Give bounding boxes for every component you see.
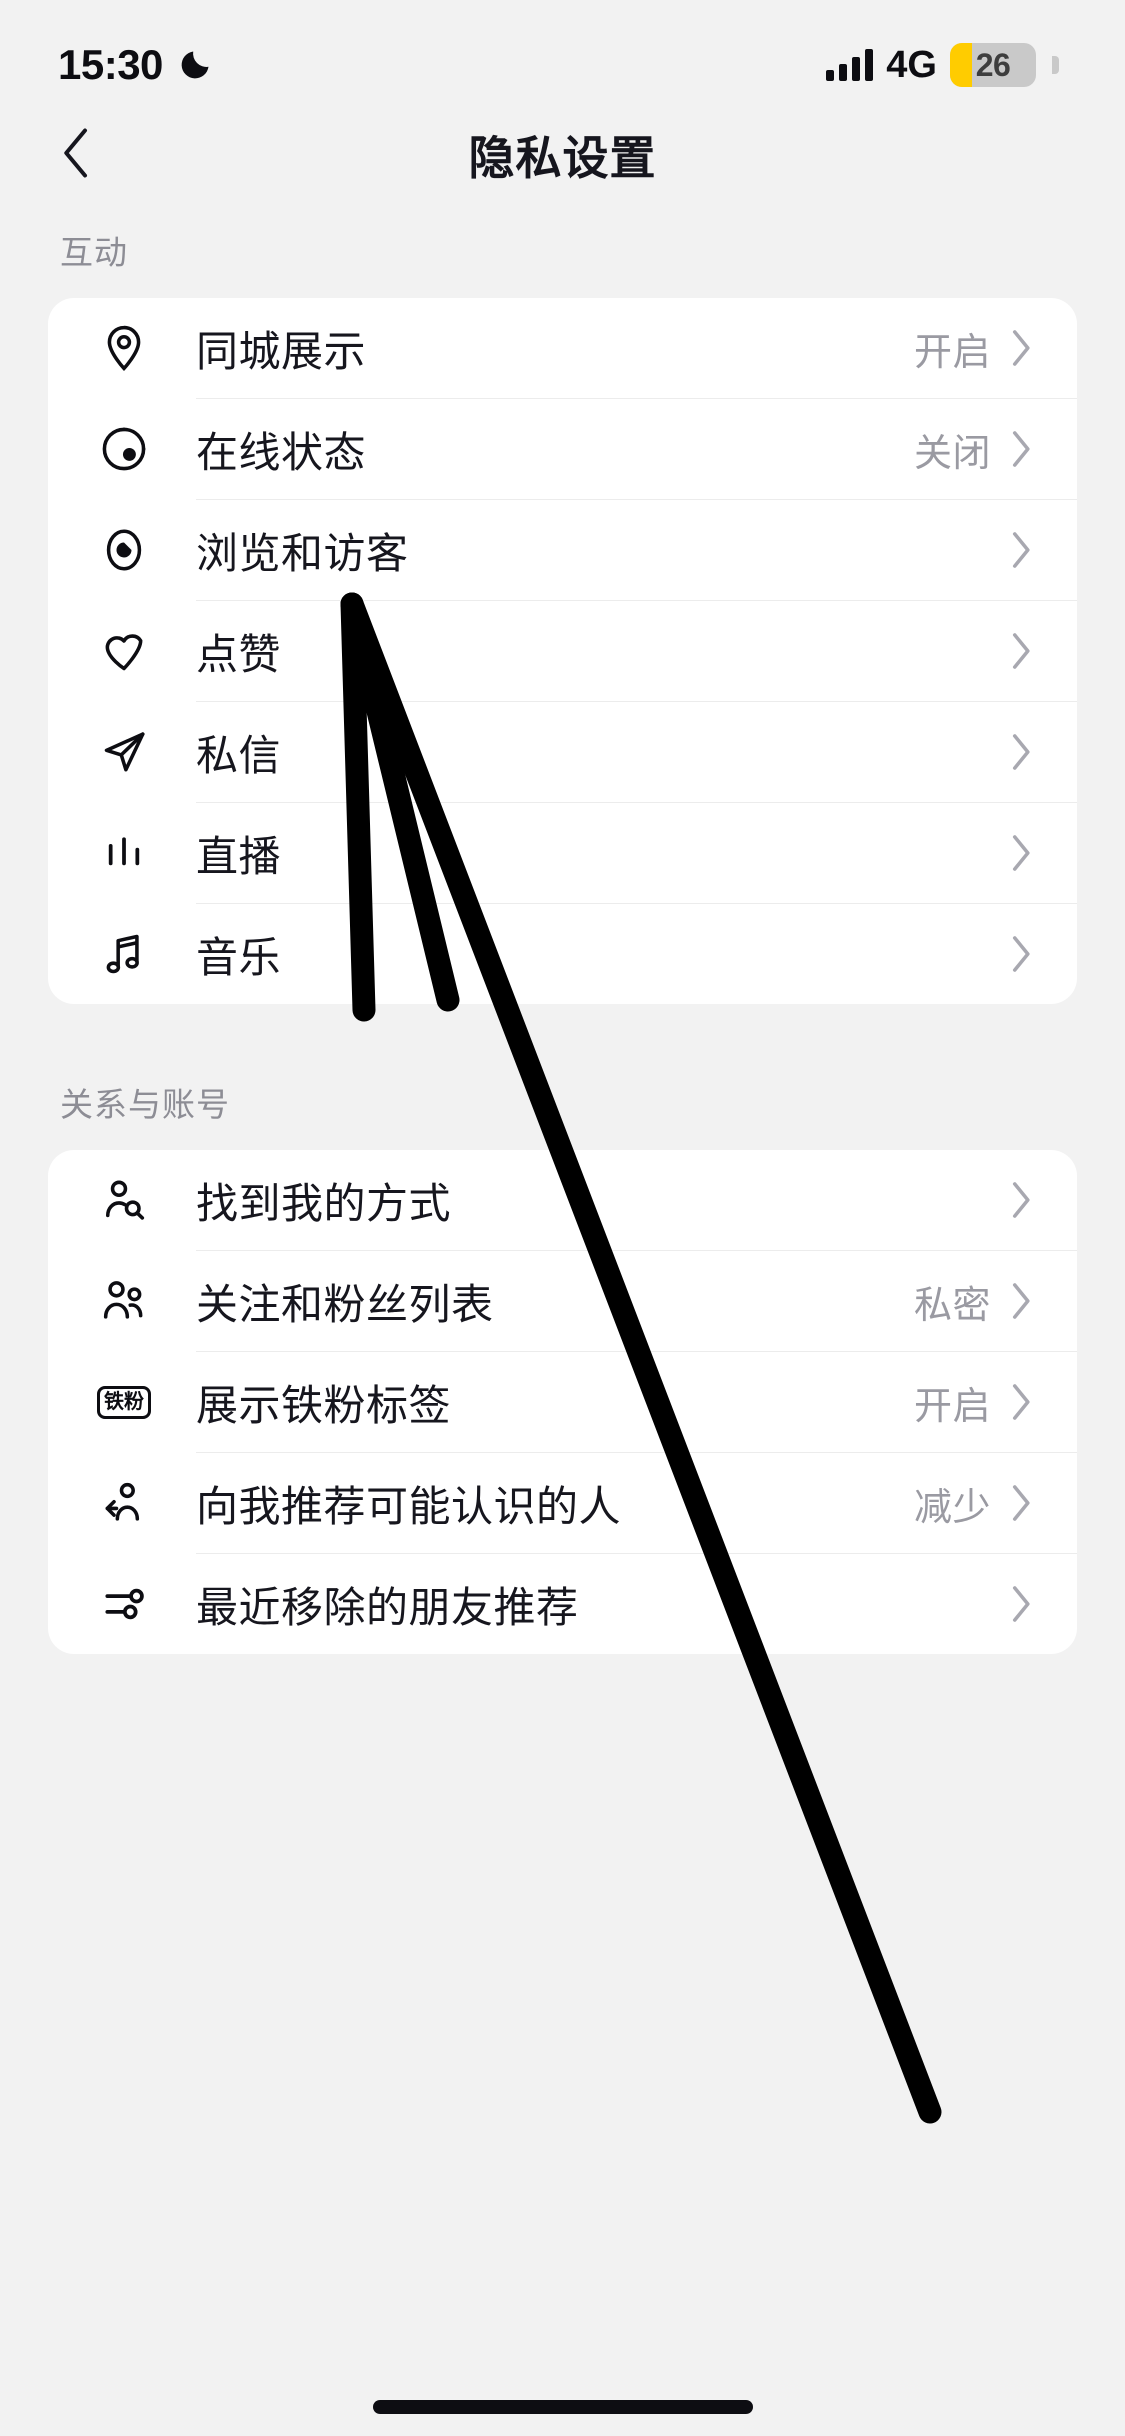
settings-row-label: 向我推荐可能认识的人 bbox=[196, 1482, 622, 1530]
chevron-right-icon bbox=[1011, 1181, 1033, 1219]
settings-row-value: 开启 bbox=[913, 331, 991, 374]
settings-row-likes[interactable]: 点赞 bbox=[48, 601, 1077, 701]
battery-fill bbox=[950, 43, 973, 87]
iron-fan-badge-icon: 铁粉 bbox=[96, 1374, 152, 1430]
person-arrow-icon bbox=[96, 1475, 152, 1531]
settings-content: 互动 同城展示 开启 在线状态 关闭 浏览和访客 点赞 私信 直播 音乐 关系与… bbox=[0, 210, 1125, 1654]
settings-row-label: 浏览和访客 bbox=[196, 529, 409, 577]
eye-icon bbox=[96, 522, 152, 578]
navigation-bar: 隐私设置 bbox=[0, 100, 1125, 210]
settings-row-label: 直播 bbox=[196, 832, 282, 880]
music-note-icon bbox=[96, 926, 152, 982]
settings-card-relations-account: 找到我的方式 关注和粉丝列表 私密 铁粉 展示铁粉标签 开启 向我推荐可能认识的… bbox=[48, 1150, 1077, 1654]
status-bar: 15:30 4G 26 bbox=[0, 0, 1125, 100]
person-search-icon bbox=[96, 1172, 152, 1228]
heart-icon bbox=[96, 623, 152, 679]
live-bars-icon bbox=[96, 825, 152, 881]
settings-row-recommend-people-i-may-know[interactable]: 向我推荐可能认识的人 减少 bbox=[48, 1453, 1077, 1553]
paper-plane-icon bbox=[96, 724, 152, 780]
settings-row-label: 在线状态 bbox=[196, 428, 367, 476]
settings-row-browsing-visitors[interactable]: 浏览和访客 bbox=[48, 500, 1077, 600]
settings-row-label: 展示铁粉标签 bbox=[196, 1381, 452, 1429]
settings-row-label: 找到我的方式 bbox=[196, 1179, 452, 1227]
settings-row-label: 点赞 bbox=[196, 630, 282, 678]
network-type-label: 4G bbox=[886, 44, 937, 86]
chevron-right-icon bbox=[1011, 1282, 1033, 1320]
section-relations-account: 关系与账号 找到我的方式 关注和粉丝列表 私密 铁粉 展示铁粉标签 开启 向我推… bbox=[0, 1004, 1125, 1654]
phone-screen: 15:30 4G 26 隐私设置 互动 同城展示 开启 在线状态 关闭 浏览和访… bbox=[0, 0, 1125, 2436]
settings-row-recently-removed-friend-recommendations[interactable]: 最近移除的朋友推荐 bbox=[48, 1554, 1077, 1654]
iron-fan-badge-text: 铁粉 bbox=[97, 1385, 151, 1419]
settings-row-value: 开启 bbox=[913, 1385, 991, 1428]
location-pin-icon bbox=[96, 320, 152, 376]
section-header-relations-account: 关系与账号 bbox=[60, 1086, 230, 1123]
battery-cap bbox=[1052, 56, 1059, 74]
moon-icon bbox=[177, 47, 213, 83]
settings-row-same-city[interactable]: 同城展示 开启 bbox=[48, 298, 1077, 398]
section-interaction: 互动 同城展示 开启 在线状态 关闭 浏览和访客 点赞 私信 直播 音乐 bbox=[0, 210, 1125, 1004]
settings-row-how-to-find-me[interactable]: 找到我的方式 bbox=[48, 1150, 1077, 1250]
chevron-right-icon bbox=[1011, 733, 1033, 771]
home-indicator bbox=[372, 2400, 753, 2414]
signal-strength-icon bbox=[826, 49, 874, 81]
chevron-right-icon bbox=[1011, 1484, 1033, 1522]
settings-row-show-iron-fan-tag[interactable]: 铁粉 展示铁粉标签 开启 bbox=[48, 1352, 1077, 1452]
settings-row-direct-message[interactable]: 私信 bbox=[48, 702, 1077, 802]
page-title: 隐私设置 bbox=[468, 132, 657, 184]
settings-row-value: 关闭 bbox=[913, 432, 991, 475]
status-bar-right: 4G 26 bbox=[826, 43, 1059, 87]
chevron-right-icon bbox=[1011, 1585, 1033, 1623]
chevron-right-icon bbox=[1011, 632, 1033, 670]
chevron-right-icon bbox=[1011, 935, 1033, 973]
settings-card-interaction: 同城展示 开启 在线状态 关闭 浏览和访客 点赞 私信 直播 音乐 bbox=[48, 298, 1077, 1004]
online-status-icon bbox=[96, 421, 152, 477]
settings-row-label: 最近移除的朋友推荐 bbox=[196, 1583, 579, 1631]
chevron-right-icon bbox=[1011, 430, 1033, 468]
chevron-right-icon bbox=[1011, 531, 1033, 569]
settings-row-label: 私信 bbox=[196, 731, 282, 779]
back-button[interactable] bbox=[30, 110, 120, 200]
chevron-right-icon bbox=[1011, 329, 1033, 367]
status-time: 15:30 bbox=[58, 41, 163, 88]
settings-row-live[interactable]: 直播 bbox=[48, 803, 1077, 903]
settings-row-value: 私密 bbox=[913, 1284, 991, 1327]
sliders-icon bbox=[96, 1576, 152, 1632]
settings-row-value: 减少 bbox=[913, 1486, 991, 1529]
status-bar-left: 15:30 bbox=[58, 44, 213, 86]
two-people-icon bbox=[96, 1273, 152, 1329]
settings-row-label: 音乐 bbox=[196, 933, 282, 981]
section-header-interaction: 互动 bbox=[60, 234, 128, 271]
settings-row-label: 同城展示 bbox=[196, 327, 367, 375]
battery-icon: 26 bbox=[950, 43, 1036, 87]
chevron-right-icon bbox=[1011, 1383, 1033, 1421]
battery-level-label: 26 bbox=[975, 47, 1011, 83]
settings-row-label: 关注和粉丝列表 bbox=[196, 1280, 494, 1328]
settings-row-music[interactable]: 音乐 bbox=[48, 904, 1077, 1004]
chevron-left-icon bbox=[60, 128, 90, 183]
settings-row-following-fans-list[interactable]: 关注和粉丝列表 私密 bbox=[48, 1251, 1077, 1351]
chevron-right-icon bbox=[1011, 834, 1033, 872]
settings-row-online-status[interactable]: 在线状态 关闭 bbox=[48, 399, 1077, 499]
